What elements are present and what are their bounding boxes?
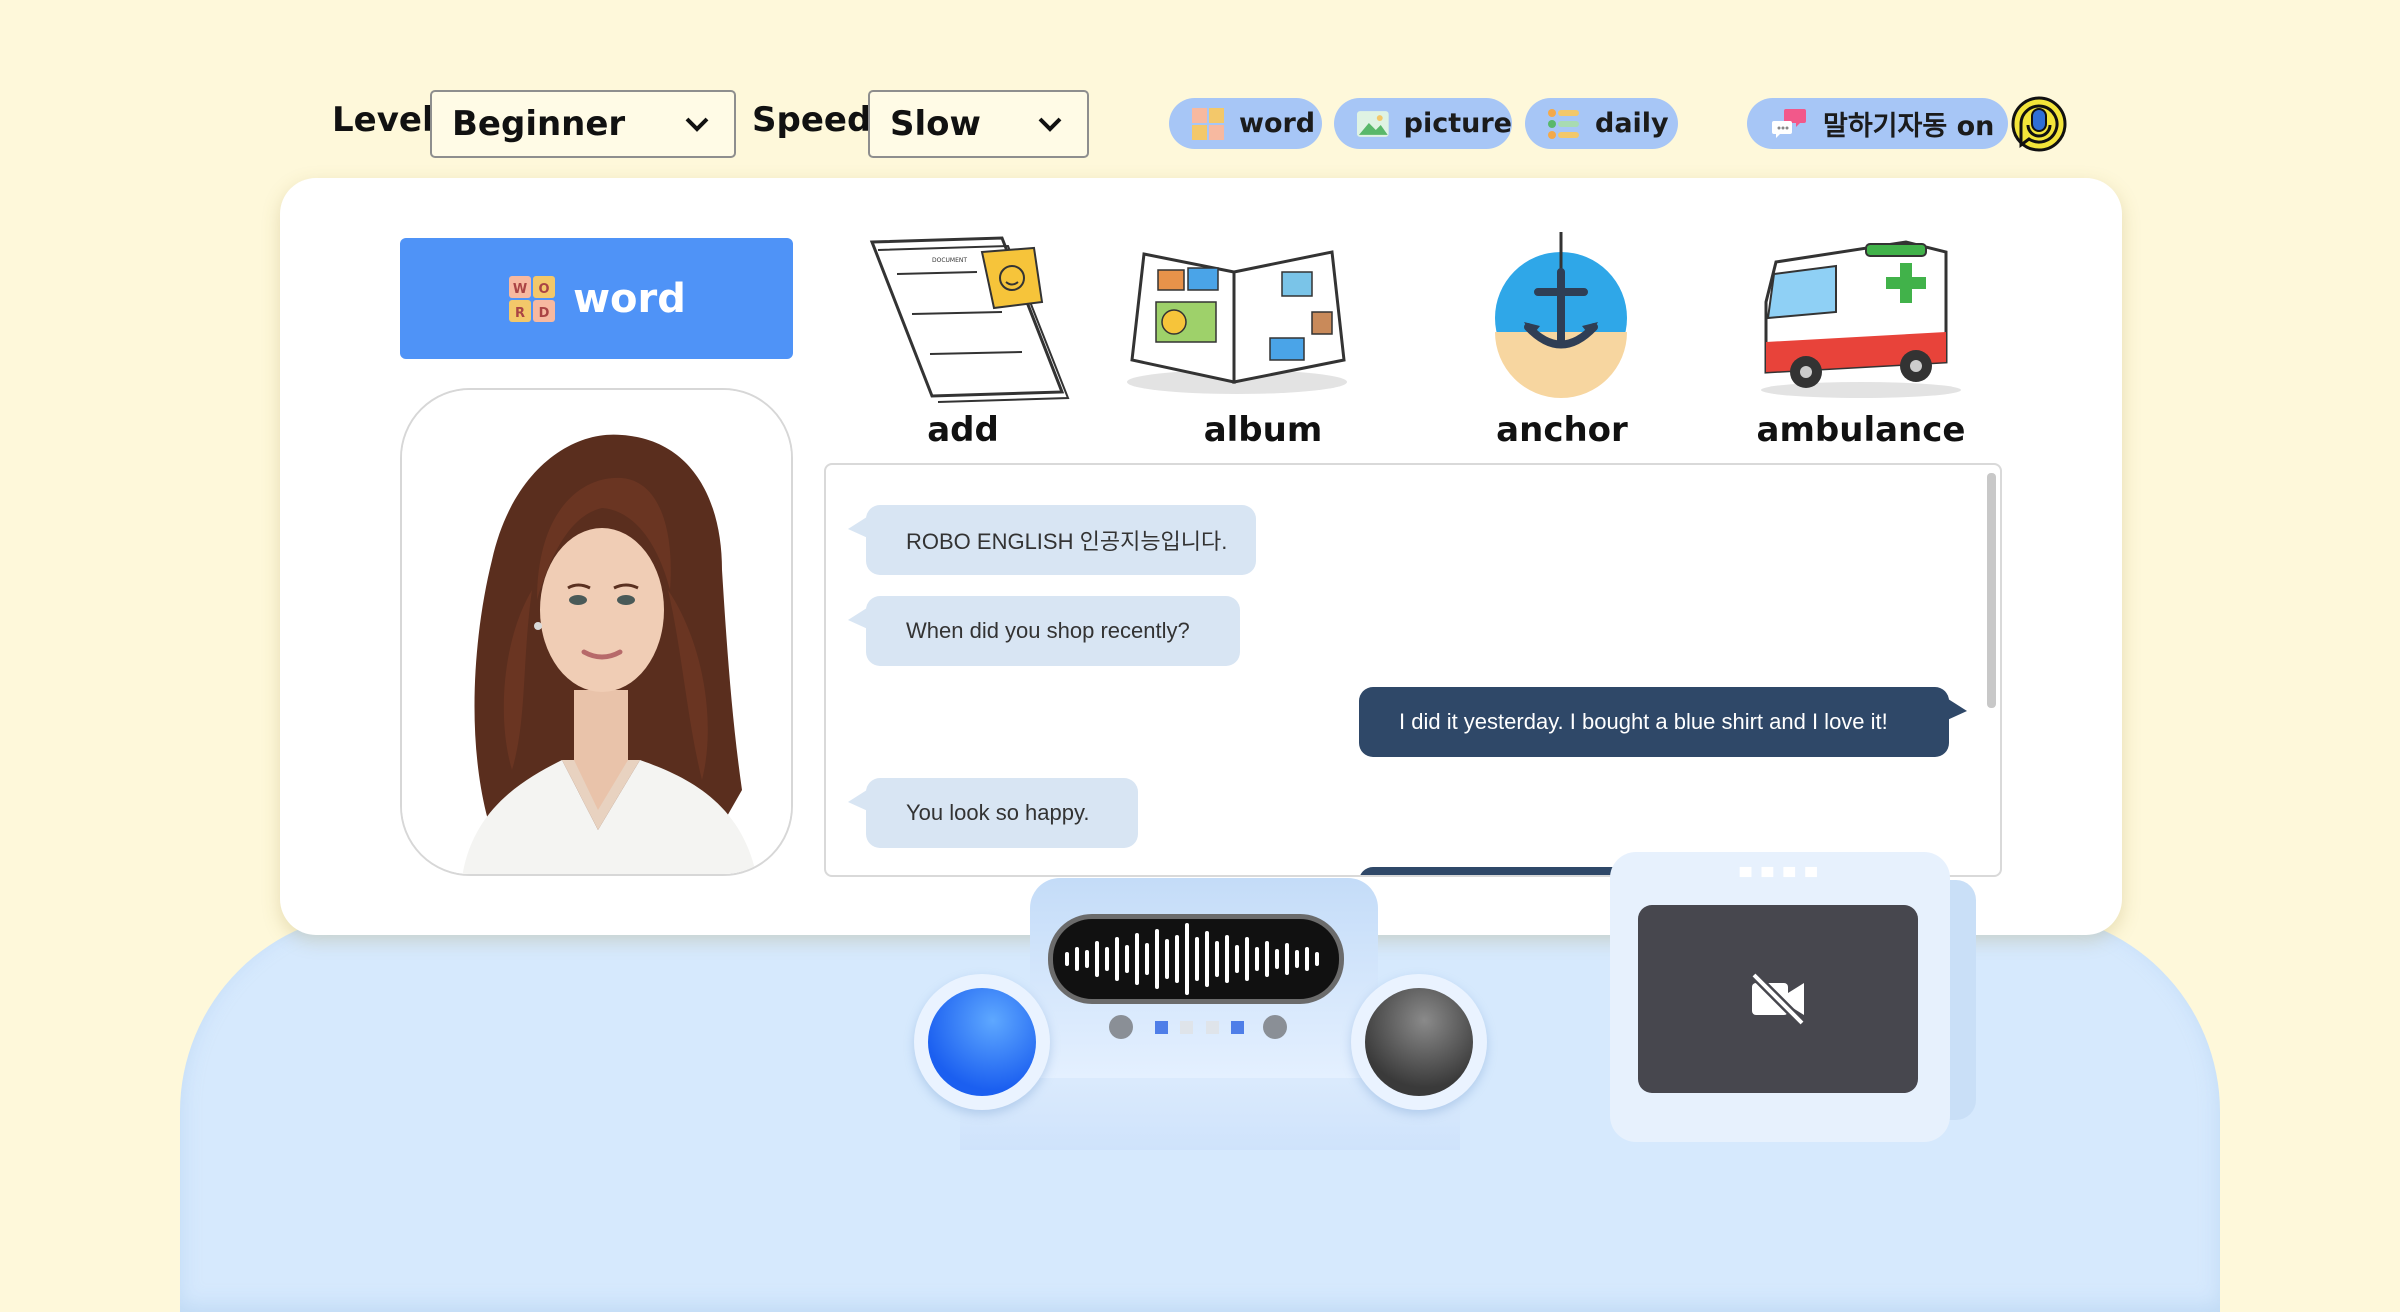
svg-text:O: O <box>539 282 550 297</box>
mode-daily-label: daily <box>1595 108 1669 139</box>
chat-message-bot: ROBO ENGLISH 인공지능입니다. <box>848 505 1256 575</box>
mode-daily-button[interactable]: daily <box>1525 98 1678 149</box>
mode-word-label: word <box>1239 108 1316 139</box>
svg-text:D: D <box>539 306 550 321</box>
camera-off-icon <box>1750 971 1806 1027</box>
chat-message-bot: When did you shop recently? <box>848 596 1240 666</box>
active-mode-word-button[interactable]: W O R D word <box>400 238 793 359</box>
chat-message-user: I did it yesterday. I bought a blue shir… <box>1359 687 1967 757</box>
word-tiles-icon <box>1192 107 1224 140</box>
document-note-icon[interactable]: DOCUMENT <box>852 232 1082 404</box>
auto-speak-label: 말하기자동 on <box>1823 111 1995 142</box>
level-select[interactable]: Beginner <box>430 90 736 158</box>
chat-message-text: ROBO ENGLISH 인공지능입니다. <box>906 529 1228 554</box>
tutor-avatar <box>400 388 793 876</box>
tutor-portrait <box>402 390 791 874</box>
mode-picture-button[interactable]: picture <box>1334 98 1512 149</box>
chat-scrollbar[interactable] <box>1987 473 1996 708</box>
auto-speak-toggle[interactable]: 말하기자동 on <box>1747 98 2008 149</box>
blue-knob[interactable] <box>928 988 1036 1096</box>
svg-text:R: R <box>515 306 525 321</box>
chevron-down-icon <box>1038 117 1062 132</box>
chevron-down-icon <box>685 117 709 132</box>
status-indicator-dots <box>1109 1015 1287 1039</box>
word-album-label: album <box>1203 410 1323 450</box>
mode-picture-label: picture <box>1403 108 1512 139</box>
word-ambulance-label: ambulance <box>1756 410 1966 450</box>
picture-icon <box>1356 110 1389 137</box>
speed-label: Speed <box>752 100 872 140</box>
dark-knob[interactable] <box>1365 988 1473 1096</box>
camera-frame-dots <box>1739 866 1817 878</box>
chat-bubbles-icon <box>1772 108 1806 138</box>
chat-panel[interactable]: ROBO ENGLISH 인공지능입니다. When did you shop … <box>824 463 2002 877</box>
word-add-label: add <box>927 410 999 450</box>
word-anchor-label: anchor <box>1496 410 1628 450</box>
chat-message-bot: You look so happy. <box>848 778 1138 848</box>
waveform-icon <box>1065 923 1319 995</box>
level-label: Level <box>332 100 434 140</box>
voice-waveform-display <box>1048 914 1344 1004</box>
chat-message-text: You look so happy. <box>906 800 1090 825</box>
speed-select[interactable]: Slow <box>868 90 1089 158</box>
camera-preview[interactable] <box>1638 905 1918 1093</box>
level-value: Beginner <box>452 104 626 144</box>
ambulance-icon[interactable] <box>1746 232 1976 404</box>
svg-text:W: W <box>513 282 527 297</box>
word-tiles-icon: W O R D <box>509 275 556 322</box>
document-title: DOCUMENT <box>932 257 967 264</box>
chat-message-text: I did it yesterday. I bought a blue shir… <box>1399 709 1888 734</box>
photo-album-icon[interactable] <box>1122 232 1352 404</box>
chat-message-text: When did you shop recently? <box>906 618 1190 643</box>
daily-list-icon <box>1548 108 1579 139</box>
anchor-icon[interactable] <box>1446 232 1676 404</box>
speed-value: Slow <box>890 104 981 144</box>
mode-word-button[interactable]: word <box>1169 98 1322 149</box>
active-mode-label: word <box>573 275 686 322</box>
microphone-icon[interactable] <box>2011 96 2067 152</box>
